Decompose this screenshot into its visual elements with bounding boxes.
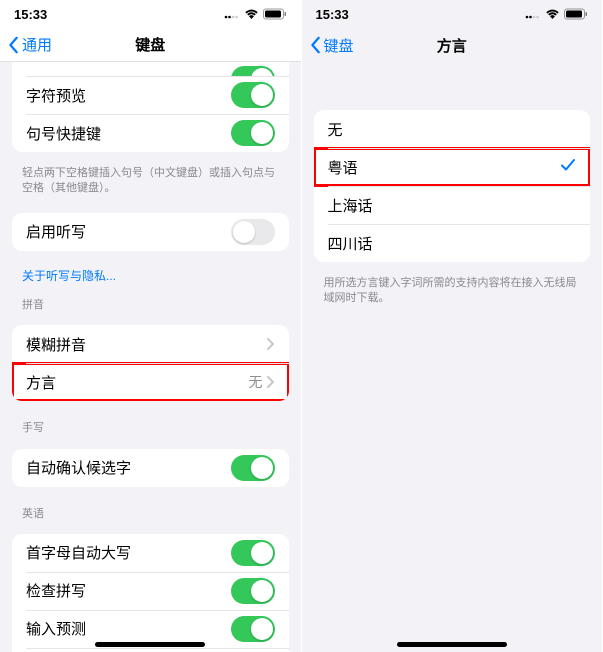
toggle-check-spelling[interactable] — [231, 578, 275, 604]
option-none[interactable]: 无 — [314, 110, 591, 148]
home-indicator[interactable] — [397, 642, 507, 647]
battery-icon — [564, 8, 588, 20]
toggle-period-shortcut[interactable] — [231, 120, 275, 146]
wifi-icon — [244, 9, 259, 20]
chevron-right-icon — [267, 376, 275, 388]
label-cantonese: 粤语 — [328, 157, 561, 178]
option-sichuanese[interactable]: 四川话 — [314, 224, 591, 262]
toggle-predictive[interactable] — [231, 616, 275, 642]
row-check-spelling[interactable]: 检查拼写 — [12, 572, 289, 610]
label-char-preview: 字符预览 — [26, 85, 231, 106]
row-dialect[interactable]: 方言 无 — [12, 363, 289, 401]
toggle[interactable] — [231, 66, 275, 76]
row-char-preview[interactable]: 字符预览 — [12, 76, 289, 114]
header-english: 英语 — [0, 497, 301, 524]
group-english: 首字母自动大写 检查拼写 输入预测 滑行键入时逐词删除 — [12, 534, 289, 652]
chevron-right-icon — [267, 338, 275, 350]
toggle-dictation[interactable] — [231, 219, 275, 245]
header-pinyin: 拼音 — [0, 288, 301, 315]
chevron-left-icon — [310, 36, 322, 54]
label-enable-dictation: 启用听写 — [26, 221, 231, 242]
status-icons — [224, 8, 287, 20]
label-auto-cap: 首字母自动大写 — [26, 542, 231, 563]
back-button[interactable]: 键盘 — [310, 35, 354, 56]
cellular-icon — [525, 9, 541, 19]
label-shanghainese: 上海话 — [328, 195, 577, 216]
row-fuzzy-pinyin[interactable]: 模糊拼音 — [12, 325, 289, 363]
group-pinyin: 模糊拼音 方言 无 — [12, 325, 289, 401]
nav-bar: 键盘 方言 — [302, 28, 603, 62]
group-handwriting: 自动确认候选字 — [12, 449, 289, 487]
status-bar: 15:33 — [302, 0, 603, 28]
footer-dialect: 用所选方言键入字词所需的支持内容将在接入无线局域网时下载。 — [302, 272, 603, 313]
row-enable-dictation[interactable]: 启用听写 — [12, 213, 289, 251]
link-dictation-privacy[interactable]: 关于听写与隐私... — [0, 261, 301, 288]
group-toggles-1: 字符预览 句号快捷键 — [12, 62, 289, 152]
label-period-shortcut: 句号快捷键 — [26, 123, 231, 144]
status-time: 15:33 — [14, 7, 47, 22]
toggle-char-preview[interactable] — [231, 82, 275, 108]
chevron-left-icon — [8, 36, 20, 54]
footer-period: 轻点两下空格键插入句号（中文键盘）或插入句点与空格（其他键盘）。 — [0, 162, 301, 203]
back-label: 键盘 — [324, 35, 354, 56]
label-dialect: 方言 — [26, 372, 249, 393]
header-handwriting: 手写 — [0, 411, 301, 438]
option-cantonese[interactable]: 粤语 — [314, 148, 591, 186]
label-predictive: 输入预测 — [26, 618, 231, 639]
row-slide-delete[interactable]: 滑行键入时逐词删除 — [12, 648, 289, 652]
home-indicator[interactable] — [95, 642, 205, 647]
status-time: 15:33 — [316, 7, 349, 22]
toggle-auto-confirm[interactable] — [231, 455, 275, 481]
option-shanghainese[interactable]: 上海话 — [314, 186, 591, 224]
row-auto-confirm[interactable]: 自动确认候选字 — [12, 449, 289, 487]
toggle-auto-cap[interactable] — [231, 540, 275, 566]
back-button[interactable]: 通用 — [8, 34, 52, 55]
battery-icon — [263, 8, 287, 20]
label-none: 无 — [328, 119, 577, 140]
value-dialect: 无 — [249, 372, 263, 392]
wifi-icon — [545, 9, 560, 20]
status-icons — [525, 8, 588, 20]
cellular-icon — [224, 9, 240, 19]
label-sichuanese: 四川话 — [328, 233, 577, 254]
group-dialects: 无 粤语 上海话 四川话 — [314, 110, 591, 262]
row-partial[interactable] — [12, 62, 289, 76]
label-check-spelling: 检查拼写 — [26, 580, 231, 601]
status-bar: 15:33 — [0, 0, 301, 28]
nav-bar: 通用 键盘 — [0, 28, 301, 62]
row-period-shortcut[interactable]: 句号快捷键 — [12, 114, 289, 152]
group-dictation: 启用听写 — [12, 213, 289, 251]
checkmark-icon — [560, 157, 576, 177]
label-fuzzy-pinyin: 模糊拼音 — [26, 334, 267, 355]
row-auto-cap[interactable]: 首字母自动大写 — [12, 534, 289, 572]
label-auto-confirm: 自动确认候选字 — [26, 457, 231, 478]
back-label: 通用 — [22, 34, 52, 55]
